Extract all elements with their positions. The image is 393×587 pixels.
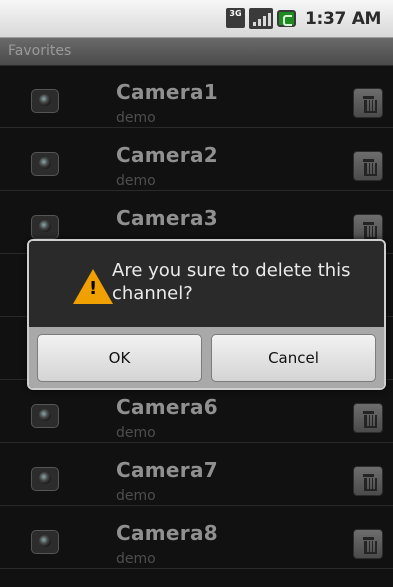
list-item[interactable]: Camera1 demo [0, 66, 393, 128]
delete-trash-icon[interactable] [353, 403, 383, 433]
camera-subtitle: demo [116, 551, 156, 567]
confirm-delete-dialog: ! Are you sure to delete this channel? O… [27, 239, 386, 390]
camera-name: Camera6 [116, 395, 218, 419]
battery-icon [277, 10, 296, 27]
delete-trash-icon[interactable] [353, 151, 383, 181]
page-title: Favorites [8, 43, 72, 59]
camera-name: Camera3 [116, 206, 218, 230]
delete-trash-icon[interactable] [353, 466, 383, 496]
warning-icon: ! [73, 269, 113, 304]
delete-trash-icon[interactable] [353, 88, 383, 118]
network-3g-icon: 3G [226, 8, 245, 28]
camera-icon [31, 152, 59, 176]
camera-icon [31, 530, 59, 554]
delete-trash-icon[interactable] [353, 529, 383, 559]
camera-name: Camera2 [116, 143, 218, 167]
status-time: 1:37 AM [305, 9, 382, 29]
list-item[interactable]: Camera6 demo [0, 381, 393, 443]
camera-name: Camera7 [116, 458, 218, 482]
cancel-button[interactable]: Cancel [211, 334, 376, 382]
list-item[interactable]: Camera2 demo [0, 129, 393, 191]
signal-strength-icon [249, 8, 273, 29]
list-item[interactable]: Camera8 demo [0, 507, 393, 569]
title-bar: Favorites [0, 38, 393, 66]
camera-icon [31, 215, 59, 239]
list-item[interactable]: Camera7 demo [0, 444, 393, 506]
camera-icon [31, 467, 59, 491]
camera-icon [31, 404, 59, 428]
camera-name: Camera8 [116, 521, 218, 545]
status-bar: 3G 1:37 AM [0, 0, 393, 38]
camera-subtitle: demo [116, 488, 156, 504]
camera-subtitle: demo [116, 110, 156, 126]
ok-button[interactable]: OK [37, 334, 202, 382]
camera-icon [31, 89, 59, 113]
camera-name: Camera1 [116, 80, 218, 104]
camera-subtitle: demo [116, 173, 156, 189]
dialog-button-bar: OK Cancel [29, 327, 384, 388]
network-label: 3G [229, 9, 242, 18]
dialog-body: ! Are you sure to delete this channel? [29, 241, 384, 327]
dialog-message: Are you sure to delete this channel? [112, 260, 351, 304]
camera-subtitle: demo [116, 425, 156, 441]
